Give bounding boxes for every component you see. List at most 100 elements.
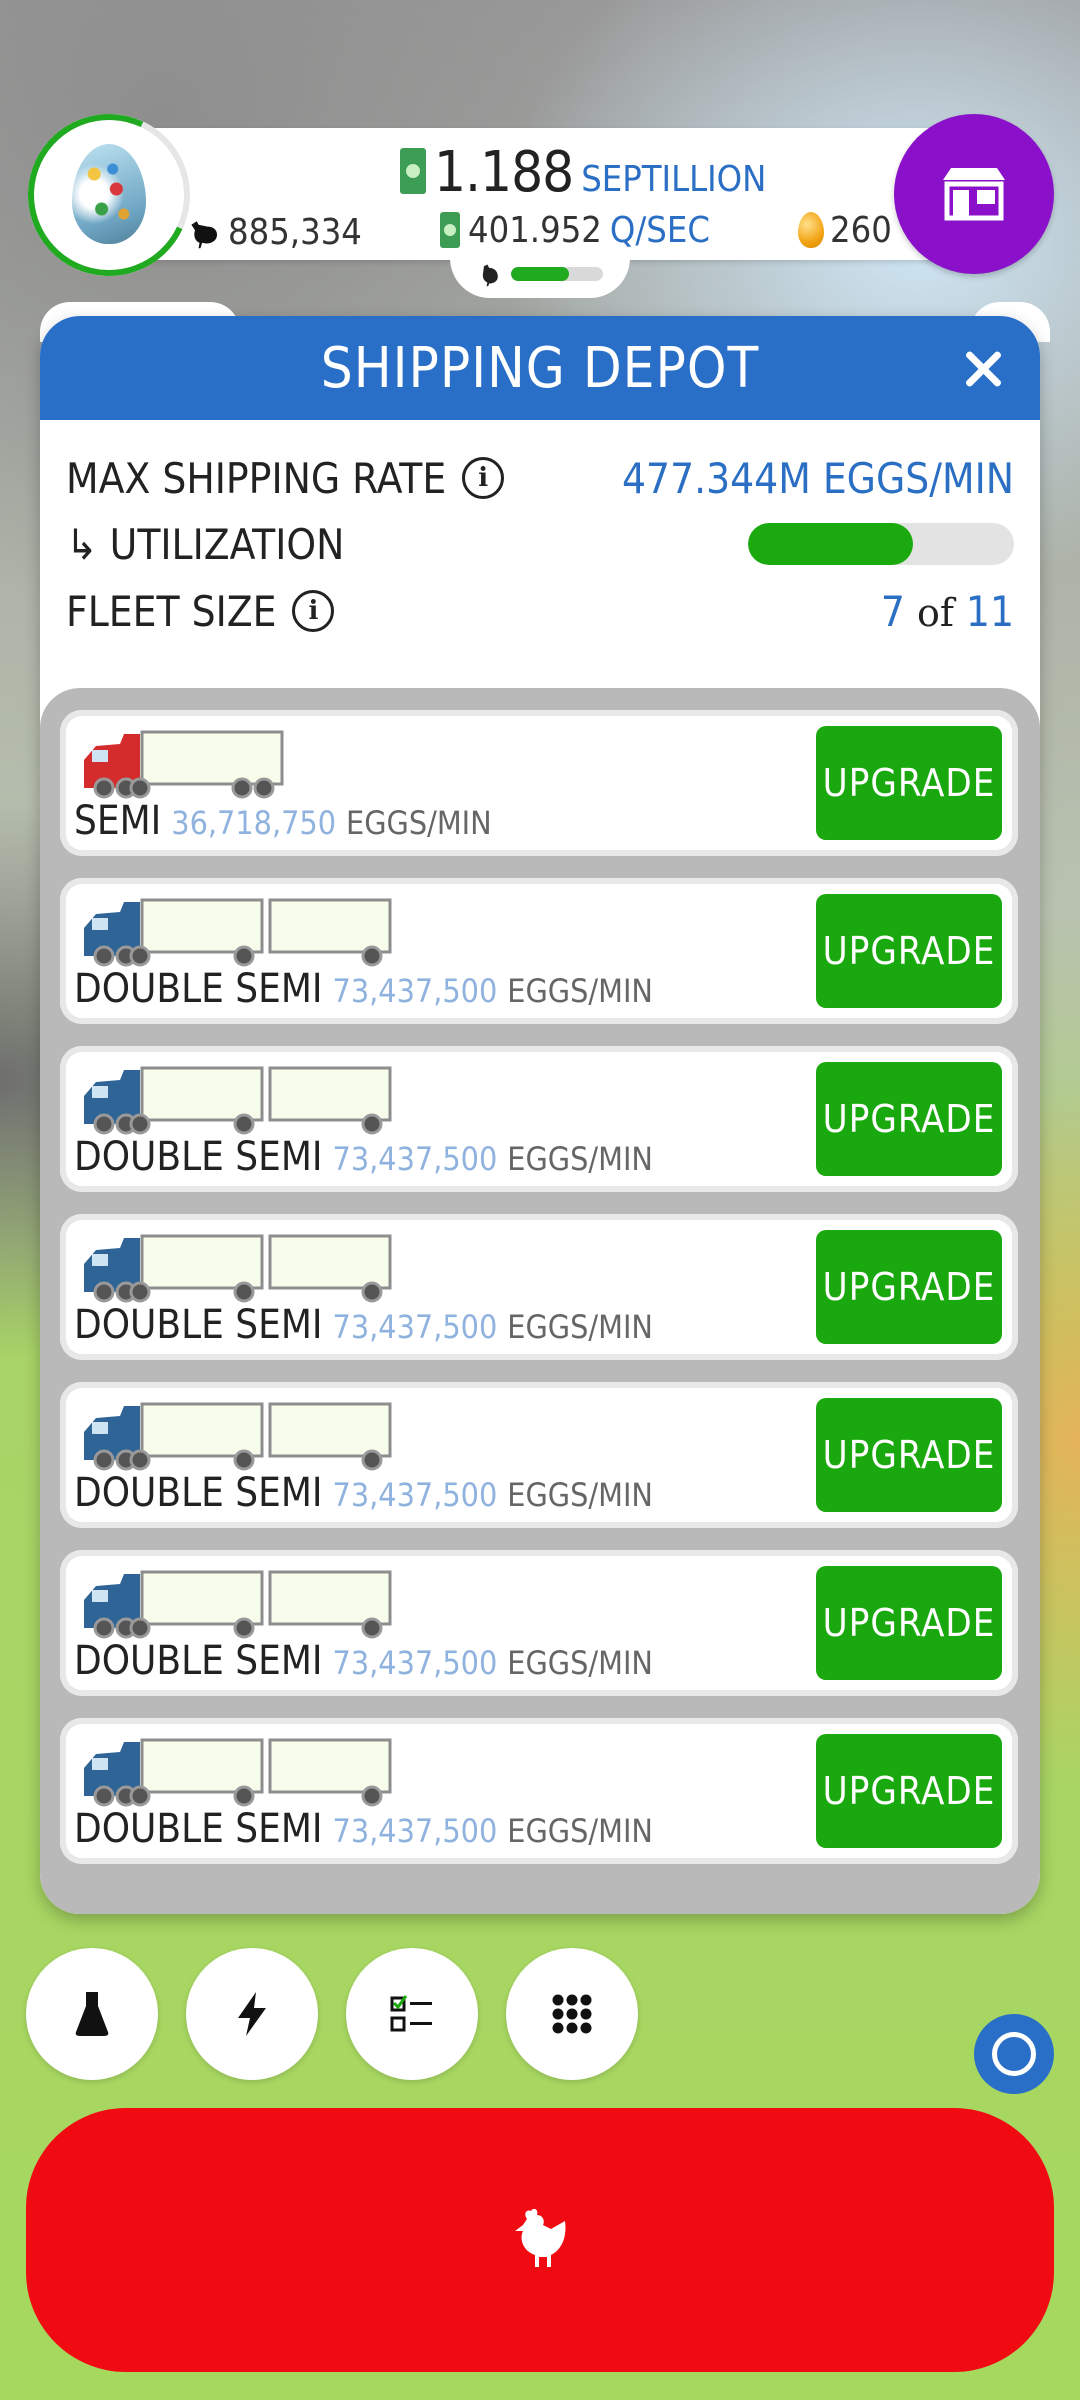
- vehicle-card: DOUBLE SEMI 73,437,500 EGGS/MIN UPGRADE: [60, 1718, 1018, 1864]
- dialog-title: SHIPPING DEPOT: [320, 335, 760, 401]
- menu-button[interactable]: [506, 1948, 638, 2080]
- close-button[interactable]: [962, 348, 1004, 390]
- truck-icon: [84, 1570, 392, 1639]
- vehicle-card: DOUBLE SEMI 73,437,500 EGGS/MIN UPGRADE: [60, 1382, 1018, 1528]
- money-unit: SEPTILLION: [581, 159, 767, 200]
- max-shipping-rate-label-wrap: MAX SHIPPING RATE i: [66, 453, 505, 503]
- info-icon[interactable]: i: [292, 590, 335, 632]
- vehicle-rate-unit: EGGS/MIN: [507, 1476, 653, 1514]
- vehicle-label: DOUBLE SEMI 73,437,500 EGGS/MIN: [74, 1470, 653, 1520]
- truck-icon: [84, 1066, 392, 1135]
- info-icon[interactable]: i: [462, 457, 505, 499]
- upgrade-button[interactable]: UPGRADE: [816, 894, 1002, 1008]
- rate-unit: Q/SEC: [609, 209, 710, 251]
- fleet-list[interactable]: SEMI 36,718,750 EGGS/MIN UPGRADE DOUBLE SEMI…: [40, 688, 1040, 1914]
- vehicle-label: DOUBLE SEMI 73,437,500 EGGS/MIN: [74, 966, 653, 1016]
- egg-portrait[interactable]: [5, 91, 213, 299]
- chicken-count-value: 885,334: [228, 211, 362, 253]
- shop-icon: [943, 168, 1005, 221]
- vehicle-rate: 73,437,500: [332, 1812, 498, 1850]
- cash-icon: [440, 212, 460, 248]
- truck-icon: [84, 898, 392, 967]
- habitat-bar: [511, 267, 603, 281]
- chick-icon: [482, 264, 498, 287]
- fleet-size-of: of: [916, 590, 954, 635]
- truck-icon: [84, 1402, 392, 1471]
- upgrade-button[interactable]: UPGRADE: [816, 1398, 1002, 1512]
- vehicle-rate-unit: EGGS/MIN: [346, 804, 492, 842]
- vehicle-card: DOUBLE SEMI 73,437,500 EGGS/MIN UPGRADE: [60, 1214, 1018, 1360]
- grid-icon: [552, 1994, 592, 2034]
- lightning-icon: [238, 1992, 266, 2036]
- research-button[interactable]: [26, 1948, 158, 2080]
- vehicle-name: DOUBLE SEMI: [74, 1302, 323, 1348]
- vehicle-label: DOUBLE SEMI 73,437,500 EGGS/MIN: [74, 1134, 653, 1184]
- vehicle-card: SEMI 36,718,750 EGGS/MIN UPGRADE: [60, 710, 1018, 856]
- truck-icon: [84, 1738, 392, 1807]
- vehicle-name: SEMI: [74, 798, 162, 844]
- vehicle-rate: 36,718,750: [171, 804, 337, 842]
- vehicle-card: DOUBLE SEMI 73,437,500 EGGS/MIN UPGRADE: [60, 1046, 1018, 1192]
- upgrade-button[interactable]: UPGRADE: [816, 1062, 1002, 1176]
- utilization-label: ↳ UTILIZATION: [66, 519, 345, 569]
- vehicle-name: DOUBLE SEMI: [74, 1470, 323, 1516]
- fleet-size-label: FLEET SIZE: [66, 586, 277, 636]
- vehicle-rate: 73,437,500: [332, 1308, 498, 1346]
- vehicle-card: DOUBLE SEMI 73,437,500 EGGS/MIN UPGRADE: [60, 1550, 1018, 1696]
- vehicle-rate-unit: EGGS/MIN: [507, 972, 653, 1010]
- dialog-header: SHIPPING DEPOT: [40, 316, 1040, 420]
- habitat-bar-fill: [511, 267, 569, 281]
- flask-icon: [75, 1992, 109, 2036]
- money-display: 1.188 SEPTILLION: [400, 140, 767, 205]
- vehicle-rate: 73,437,500: [332, 1644, 498, 1682]
- fleet-size-row: FLEET SIZE i 7 of 11: [66, 581, 1014, 641]
- utilization-row: ↳ UTILIZATION: [66, 514, 1014, 574]
- vehicle-rate-unit: EGGS/MIN: [507, 1644, 653, 1682]
- golden-egg-value: 260: [830, 209, 892, 251]
- max-shipping-rate-label: MAX SHIPPING RATE: [66, 453, 447, 503]
- fleet-size-current: 7: [880, 586, 905, 636]
- utilization-bar: [748, 523, 1014, 565]
- vehicle-rate-unit: EGGS/MIN: [507, 1308, 653, 1346]
- upgrade-button[interactable]: UPGRADE: [816, 726, 1002, 840]
- truck-icon: [84, 1234, 392, 1303]
- vehicle-rate-unit: EGGS/MIN: [507, 1140, 653, 1178]
- earning-rate: 401.952 Q/SEC: [440, 208, 710, 252]
- vehicle-rate-unit: EGGS/MIN: [507, 1812, 653, 1850]
- vehicle-label: DOUBLE SEMI 73,437,500 EGGS/MIN: [74, 1302, 653, 1352]
- habitat-capacity[interactable]: [450, 250, 630, 298]
- vehicle-name: DOUBLE SEMI: [74, 966, 323, 1012]
- vehicle-rate: 73,437,500: [332, 972, 498, 1010]
- upgrade-button[interactable]: UPGRADE: [816, 1566, 1002, 1680]
- golden-egg-count: 260: [798, 208, 892, 252]
- rate-value: 401.952: [468, 209, 602, 251]
- sync-button[interactable]: [974, 2014, 1054, 2094]
- missions-button[interactable]: [346, 1948, 478, 2080]
- vehicle-rate: 73,437,500: [332, 1476, 498, 1514]
- shipping-depot-dialog: SHIPPING DEPOT MAX SHIPPING RATE i 477.3…: [40, 316, 1040, 1914]
- vehicle-card: DOUBLE SEMI 73,437,500 EGGS/MIN UPGRADE: [60, 878, 1018, 1024]
- vehicle-name: DOUBLE SEMI: [74, 1806, 323, 1852]
- chicken-count: 885,334: [186, 210, 362, 254]
- shop-button[interactable]: [894, 114, 1054, 274]
- vehicle-label: DOUBLE SEMI 73,437,500 EGGS/MIN: [74, 1638, 653, 1688]
- max-shipping-rate-row: MAX SHIPPING RATE i 477.344M EGGS/MIN: [66, 448, 1014, 508]
- sync-icon: [992, 2032, 1036, 2076]
- hatch-chicken-button[interactable]: [26, 2108, 1054, 2372]
- max-shipping-rate-value: 477.344M EGGS/MIN: [622, 453, 1014, 503]
- vehicle-label: DOUBLE SEMI 73,437,500 EGGS/MIN: [74, 1806, 653, 1856]
- fleet-size-value: 7 of 11: [881, 587, 1014, 636]
- fleet-size-label-wrap: FLEET SIZE i: [66, 586, 335, 636]
- chicken-icon: [191, 221, 218, 249]
- vehicle-label: SEMI 36,718,750 EGGS/MIN: [74, 798, 492, 848]
- fleet-size-max: 11: [965, 586, 1014, 636]
- money-value: 1.188: [434, 140, 574, 205]
- cash-icon: [400, 148, 426, 194]
- upgrade-button[interactable]: UPGRADE: [816, 1734, 1002, 1848]
- golden-egg-icon: [798, 212, 824, 248]
- utilization-bar-fill: [748, 523, 913, 565]
- vehicle-name: DOUBLE SEMI: [74, 1638, 323, 1684]
- boost-button[interactable]: [186, 1948, 318, 2080]
- upgrade-button[interactable]: UPGRADE: [816, 1230, 1002, 1344]
- chicken-icon: [515, 2208, 566, 2267]
